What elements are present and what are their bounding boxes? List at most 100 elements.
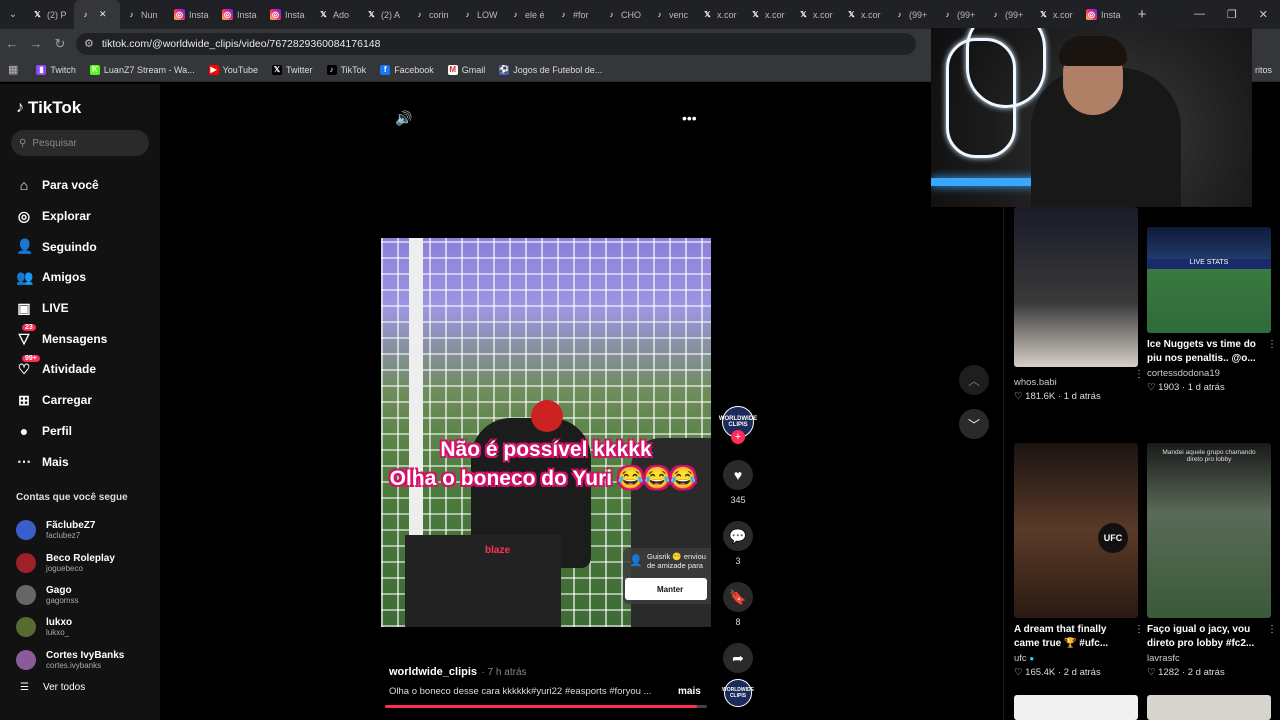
nav-item-perfil[interactable]: ● Perfil <box>16 416 107 447</box>
forward-icon[interactable]: → <box>24 36 48 51</box>
card-title[interactable]: A dream that finally came true 🏆 #ufc... <box>1014 623 1126 651</box>
nav-item-para-você[interactable]: ⌂ Para você <box>16 170 107 201</box>
nav-item-explorar[interactable]: ◎ Explorar <box>16 201 107 232</box>
bookmark-item[interactable]: 𝕏 Twitter <box>272 64 313 75</box>
feed-thumbnail[interactable] <box>1147 695 1271 720</box>
maximize-icon[interactable]: ❐ <box>1227 8 1237 21</box>
card-more-icon[interactable]: ⋮ <box>1267 624 1277 635</box>
browser-tab[interactable]: ♪ (99+ <box>936 0 984 29</box>
save-button[interactable]: 🔖 <box>723 582 753 612</box>
video-author[interactable]: worldwide_clipis <box>389 666 477 678</box>
browser-tab[interactable]: ♪ Nun <box>120 0 168 29</box>
previous-video-button[interactable]: ︿ <box>959 365 989 395</box>
feed-thumbnail[interactable]: LIVE STATS <box>1147 227 1271 333</box>
more-options-icon[interactable]: ••• <box>682 110 697 126</box>
next-author-avatar[interactable]: WORLDWIDE CLIPIS <box>722 679 754 707</box>
bookmark-item[interactable]: ♪ TikTok <box>326 64 366 75</box>
other-bookmarks[interactable]: ritos <box>1255 65 1272 75</box>
browser-tab[interactable]: ♪ ele é <box>504 0 552 29</box>
share-button[interactable]: ➦ <box>723 643 753 673</box>
nav-item-carregar[interactable]: ⊞ Carregar <box>16 385 107 416</box>
feed-card[interactable]: Mandei aquele grupo chamando direto pro … <box>1147 443 1277 678</box>
bookmark-item[interactable]: M Gmail <box>447 64 485 75</box>
volume-icon[interactable]: 🔊 <box>395 110 412 127</box>
browser-tab[interactable]: ♪ LOW <box>456 0 504 29</box>
feed-card-partial[interactable] <box>1147 695 1271 720</box>
site-info-icon[interactable]: ⚙ <box>84 37 94 50</box>
omnibox[interactable]: ⚙ tiktok.com/@worldwide_clipis/video/767… <box>76 32 916 55</box>
nav-item-amigos[interactable]: 👥 Amigos <box>16 262 107 293</box>
back-icon[interactable]: ← <box>0 36 24 51</box>
browser-tab[interactable]: 𝕏 Ado <box>312 0 360 29</box>
browser-tab[interactable]: ◎ Insta <box>168 0 216 29</box>
video-player[interactable]: Não é possível kkkkk Olha o boneco do Yu… <box>381 238 711 627</box>
browser-tab[interactable]: ◎ Insta <box>1080 0 1128 29</box>
see-more-link[interactable]: mais <box>678 686 701 697</box>
follow-plus-button[interactable]: + <box>731 430 745 444</box>
card-author[interactable]: ufc ● <box>1014 653 1138 664</box>
new-tab-button[interactable]: + <box>1128 6 1156 23</box>
close-tab-icon[interactable]: ✕ <box>99 9 107 20</box>
browser-tab[interactable]: ♪ #for <box>552 0 600 29</box>
browser-tab[interactable]: 𝕏 (2) A <box>360 0 408 29</box>
video-progress-bar[interactable] <box>385 705 707 708</box>
next-video-button[interactable]: ﹀ <box>959 409 989 439</box>
browser-tab[interactable]: ♪ ✕ <box>74 0 120 29</box>
comment-button[interactable]: 💬 <box>723 521 753 551</box>
following-account[interactable]: Gago gagomss <box>16 579 124 611</box>
minimize-icon[interactable]: — <box>1194 8 1205 21</box>
nav-item-atividade[interactable]: ♡ 99+ Atividade <box>16 354 107 385</box>
nav-item-seguindo[interactable]: 👤 Seguindo <box>16 231 107 262</box>
see-all-button[interactable]: ☰ Ver todos <box>20 682 85 693</box>
card-title[interactable]: Ice Nuggets vs time do piu nos penaltis.… <box>1147 338 1259 366</box>
browser-tab[interactable]: ♪ venc <box>648 0 696 29</box>
reload-icon[interactable]: ↻ <box>48 36 72 52</box>
following-account[interactable]: lukxo lukxo_ <box>16 611 124 643</box>
tiktok-logo[interactable]: ♪ TikTok <box>16 98 81 118</box>
following-account[interactable]: Beco Roleplay joguebeco <box>16 546 124 578</box>
feed-card[interactable]: ⋮ whos.babi ♡ 181.6K · 1 d atrás <box>1014 207 1144 402</box>
bookmark-item[interactable]: f Facebook <box>380 64 434 75</box>
tab-search-icon[interactable]: ⌄ <box>0 0 26 29</box>
feed-card[interactable]: LIVE STATS ⋮ Ice Nuggets vs time do piu … <box>1147 227 1277 393</box>
card-more-icon[interactable]: ⋮ <box>1267 339 1277 350</box>
card-author[interactable]: whos.babi <box>1014 377 1138 388</box>
url-text[interactable]: tiktok.com/@worldwide_clipis/video/76728… <box>102 38 381 50</box>
browser-tab[interactable]: 𝕏x.cor <box>840 0 888 29</box>
card-more-icon[interactable]: ⋮ <box>1134 624 1144 635</box>
like-button[interactable]: ♥ <box>723 460 753 490</box>
following-account[interactable]: FãclubeZ7 faclubez7 <box>16 514 124 546</box>
browser-tab[interactable]: 𝕏x.cor <box>696 0 744 29</box>
bookmark-item[interactable]: ⚽ Jogos de Futebol de... <box>499 64 602 75</box>
feed-thumbnail[interactable] <box>1014 695 1138 720</box>
browser-tab[interactable]: 𝕏 (2) P <box>26 0 74 29</box>
nav-item-mensagens[interactable]: ▽ 23 Mensagens <box>16 323 107 354</box>
search-input[interactable]: ⚲ Pesquisar <box>11 130 149 156</box>
browser-tab[interactable]: ♪ (99+ <box>888 0 936 29</box>
browser-tab[interactable]: 𝕏x.cor <box>744 0 792 29</box>
feed-thumbnail[interactable]: Mandei aquele grupo chamando direto pro … <box>1147 443 1271 618</box>
feed-thumbnail[interactable] <box>1014 207 1138 367</box>
apps-grid-icon[interactable]: ▦ <box>8 63 18 76</box>
card-more-icon[interactable]: ⋮ <box>1134 369 1144 380</box>
nav-item-mais[interactable]: ⋯ Mais <box>16 446 107 477</box>
browser-tab[interactable]: ♪ corin <box>408 0 456 29</box>
feed-thumbnail[interactable]: UFC <box>1014 443 1138 618</box>
close-window-icon[interactable]: ✕ <box>1259 8 1268 21</box>
following-account[interactable]: Cortes IvyBanks cortes.ivybanks <box>16 644 124 676</box>
browser-tab[interactable]: 𝕏x.cor <box>1032 0 1080 29</box>
browser-tab[interactable]: ♪ (99+ <box>984 0 1032 29</box>
card-author[interactable]: cortessdodona19 <box>1147 368 1271 379</box>
bookmark-item[interactable]: ▮ Twitch <box>36 64 76 75</box>
browser-tab[interactable]: ◎ Insta <box>264 0 312 29</box>
browser-tab[interactable]: ♪ CHO <box>600 0 648 29</box>
feed-card[interactable]: UFC ⋮ A dream that finally came true 🏆 #… <box>1014 443 1144 678</box>
bookmark-item[interactable]: ▶ YouTube <box>208 64 258 75</box>
nav-item-live[interactable]: ▣ LIVE <box>16 293 107 324</box>
card-author[interactable]: lavrasfc <box>1147 653 1271 664</box>
feed-card-partial[interactable] <box>1014 695 1138 720</box>
bookmark-item[interactable]: K LuanZ7 Stream - Wa... <box>89 64 195 75</box>
browser-tab[interactable]: ◎ Insta <box>216 0 264 29</box>
browser-tab[interactable]: 𝕏x.cor <box>792 0 840 29</box>
card-title[interactable]: Faço igual o jacy, vou direto pro lobby … <box>1147 623 1259 651</box>
